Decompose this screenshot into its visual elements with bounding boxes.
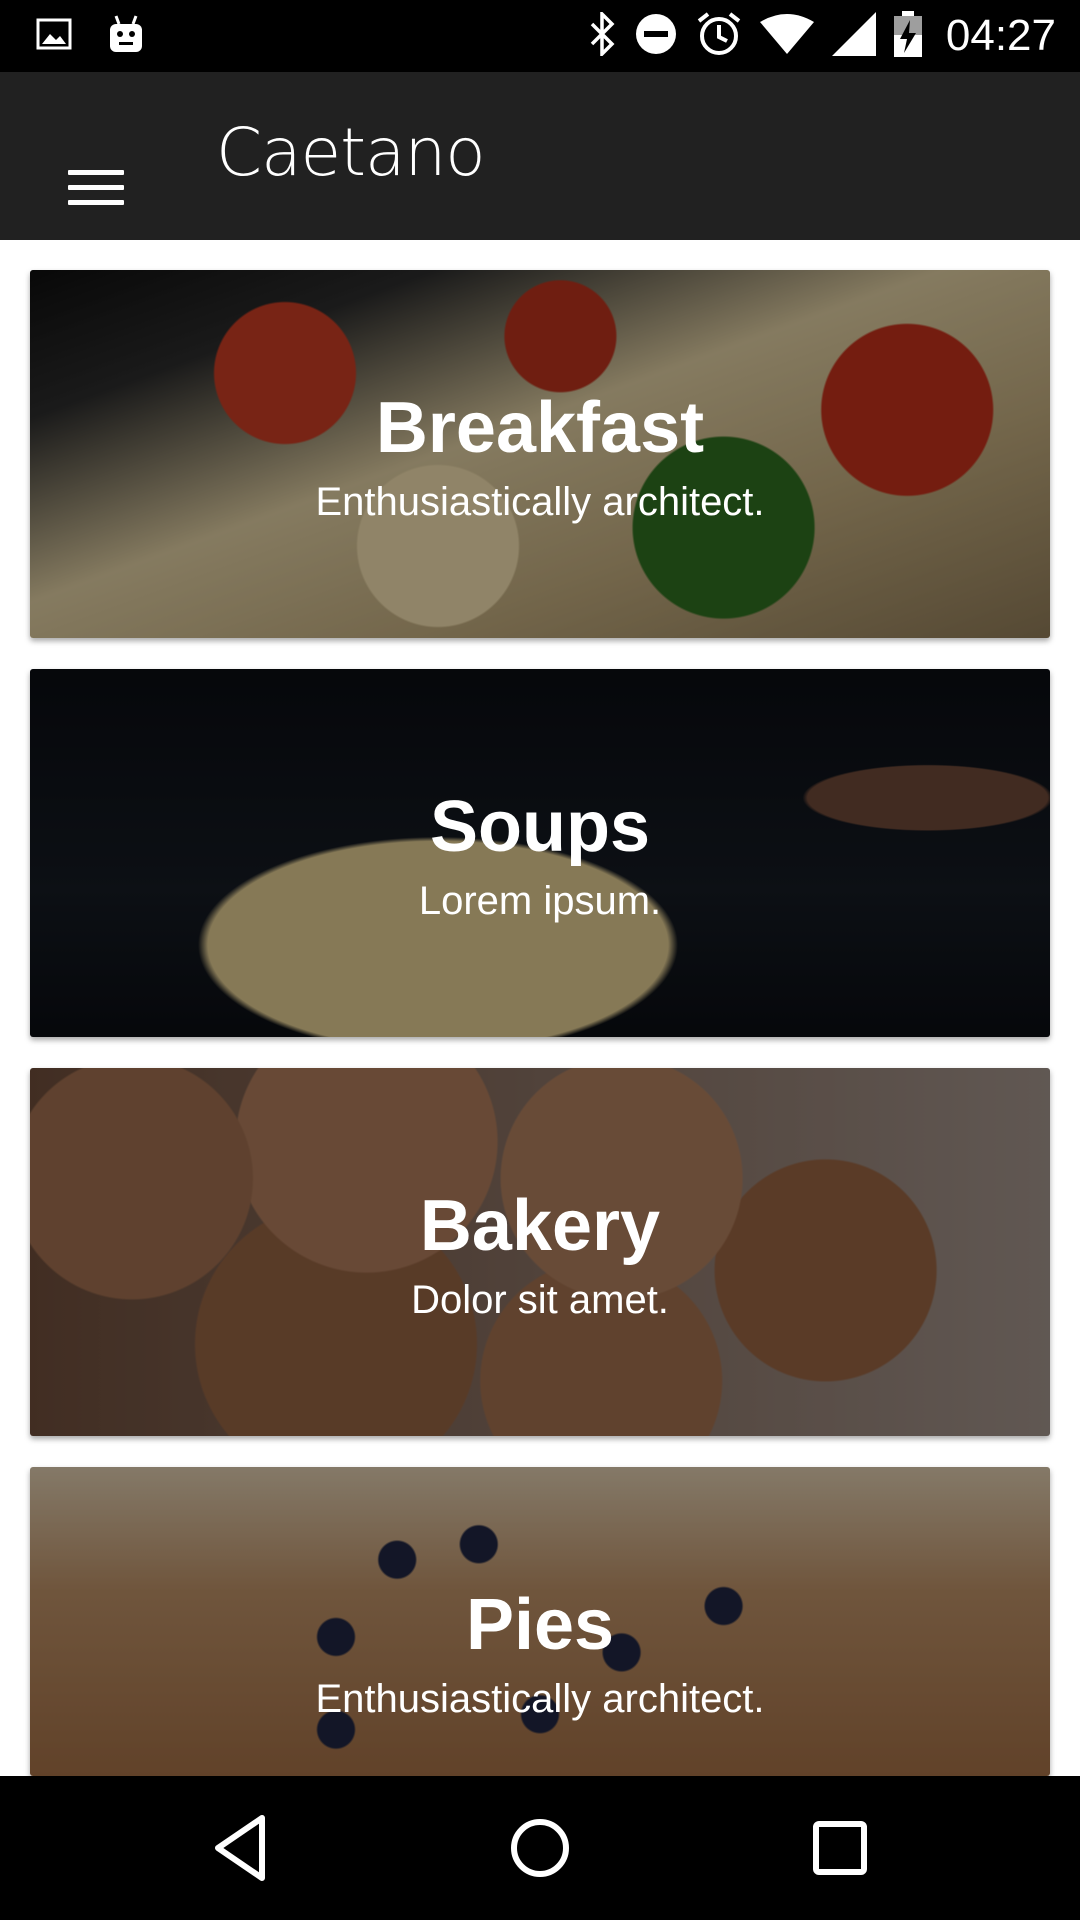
battery-charging-icon [893,11,922,61]
home-icon[interactable] [500,1808,580,1888]
card-subtitle: Dolor sit amet. [411,1278,669,1322]
category-list: Breakfast Enthusiastically architect. So… [0,240,1080,1776]
android-icon [108,14,144,58]
card-subtitle: Lorem ipsum. [418,879,662,923]
hamburger-menu-icon[interactable] [54,144,138,216]
alarm-icon [696,11,742,61]
category-card-pies[interactable]: Pies Enthusiastically architect. [30,1467,1050,1776]
card-subtitle: Enthusiastically architect. [315,480,765,524]
recents-icon[interactable] [800,1808,880,1888]
category-card-bakery[interactable]: Bakery Dolor sit amet. [30,1068,1050,1436]
status-time: 04:27 [945,11,1056,60]
navigation-bar [0,1776,1080,1920]
bluetooth-icon [588,9,616,60]
signal-icon [831,12,876,60]
category-card-breakfast[interactable]: Breakfast Enthusiastically architect. [30,270,1050,638]
card-title: Bakery [419,1186,661,1266]
card-subtitle: Enthusiastically architect. [315,1677,765,1721]
app-title: Caetano [216,114,486,191]
back-icon[interactable] [202,1808,282,1888]
card-title: Pies [465,1585,615,1665]
app-bar: Caetano [0,72,1080,240]
category-card-soups[interactable]: Soups Lorem ipsum. [30,669,1050,1037]
status-bar: 04:27 [0,0,1080,72]
wifi-icon [759,14,814,58]
card-title: Soups [429,787,650,867]
image-icon [36,16,72,56]
do-not-disturb-icon [634,12,678,60]
card-title: Breakfast [375,388,705,468]
